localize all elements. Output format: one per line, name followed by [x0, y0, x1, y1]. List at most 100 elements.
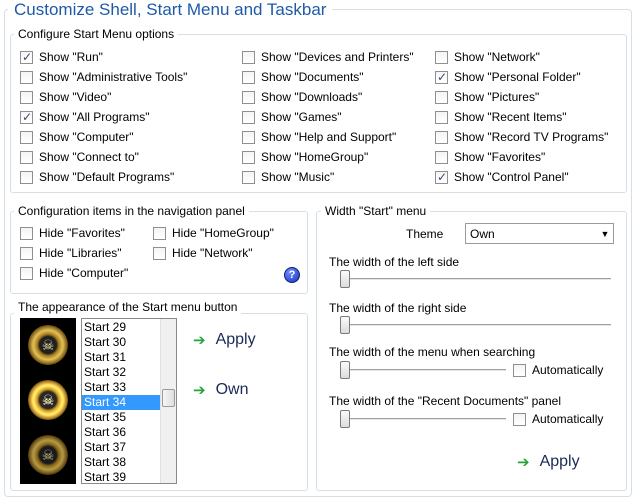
list-item[interactable]: Start 36	[82, 425, 160, 440]
list-item[interactable]: Start 35	[82, 410, 160, 425]
checkbox-label: Show "HomeGroup"	[261, 150, 369, 164]
checkbox-label: Show "Devices and Printers"	[261, 50, 414, 64]
checkbox-show-connect-to[interactable]: Show "Connect to"	[20, 147, 187, 167]
search-width-slider-track[interactable]	[343, 369, 506, 372]
search-width-slider-thumb[interactable]	[340, 361, 350, 379]
checkbox-recent-automatically[interactable]: Automatically	[513, 411, 603, 427]
list-item[interactable]: Start 29	[82, 320, 160, 335]
checkbox-label: Show "Computer"	[39, 130, 134, 144]
checkbox-box[interactable]	[153, 246, 166, 260]
checkbox-box[interactable]	[435, 170, 448, 184]
scrollbar-thumb[interactable]	[162, 389, 175, 407]
checkbox-box[interactable]	[242, 50, 255, 64]
checkbox-show-favorites[interactable]: Show "Favorites"	[435, 147, 608, 167]
list-item-selected[interactable]: Start 34	[82, 395, 160, 410]
left-width-slider-thumb[interactable]	[340, 270, 350, 288]
checkbox-show-run[interactable]: Show "Run"	[20, 47, 187, 67]
checkbox-show-devices-printers[interactable]: Show "Devices and Printers"	[242, 47, 414, 67]
checkbox-show-recent-items[interactable]: Show "Recent Items"	[435, 107, 608, 127]
checkbox-show-games[interactable]: Show "Games"	[242, 107, 414, 127]
checkbox-box[interactable]	[513, 363, 526, 377]
right-width-slider-track[interactable]	[343, 324, 611, 327]
green-arrow-icon: ➔	[517, 454, 530, 471]
checkbox-label: Hide "Favorites"	[39, 226, 125, 240]
checkbox-hide-favorites[interactable]: Hide "Favorites"	[20, 223, 125, 243]
checkbox-label: Show "Record TV Programs"	[454, 130, 609, 144]
checkbox-label: Show "Help and Support"	[261, 130, 397, 144]
checkbox-box[interactable]	[242, 90, 255, 104]
checkbox-show-all-programs[interactable]: Show "All Programs"	[20, 107, 187, 127]
checkbox-box[interactable]	[20, 170, 33, 184]
own-start-button[interactable]: ➔ Own	[193, 381, 248, 399]
checkbox-show-default-programs[interactable]: Show "Default Programs"	[20, 167, 187, 187]
start-button-listbox[interactable]: Start 29 Start 30 Start 31 Start 32 Star…	[81, 318, 177, 484]
listbox-items: Start 29 Start 30 Start 31 Start 32 Star…	[82, 320, 160, 483]
list-item[interactable]: Start 32	[82, 365, 160, 380]
checkbox-label: Show "Pictures"	[454, 90, 540, 104]
checkbox-box[interactable]	[435, 50, 448, 64]
checkbox-show-pictures[interactable]: Show "Pictures"	[435, 87, 608, 107]
checkbox-box[interactable]	[242, 170, 255, 184]
checkbox-box[interactable]	[20, 226, 33, 240]
checkbox-box[interactable]	[20, 90, 33, 104]
checkbox-show-computer[interactable]: Show "Computer"	[20, 127, 187, 147]
checkbox-label: Show "Connect to"	[39, 150, 139, 164]
checkbox-box[interactable]	[20, 50, 33, 64]
theme-select[interactable]: Own ▼	[465, 223, 614, 244]
start-orb-hover-icon: ☠	[28, 380, 68, 420]
checkbox-box[interactable]	[20, 70, 33, 84]
apply-start-button[interactable]: ➔ Apply	[193, 331, 256, 349]
checkbox-show-help-support[interactable]: Show "Help and Support"	[242, 127, 414, 147]
checkbox-hide-network[interactable]: Hide "Network"	[153, 243, 253, 263]
start-button-legend: The appearance of the Start menu button	[14, 300, 242, 314]
checkbox-show-admin-tools[interactable]: Show "Administrative Tools"	[20, 67, 187, 87]
checkbox-box[interactable]	[242, 70, 255, 84]
checkbox-hide-libraries[interactable]: Hide "Libraries"	[20, 243, 122, 263]
checkbox-box[interactable]	[435, 130, 448, 144]
checkbox-box[interactable]	[20, 130, 33, 144]
checkbox-box[interactable]	[435, 70, 448, 84]
checkbox-show-music[interactable]: Show "Music"	[242, 167, 414, 187]
checkbox-box[interactable]	[20, 110, 33, 124]
checkbox-hide-computer[interactable]: Hide "Computer"	[20, 263, 128, 283]
checkbox-show-network[interactable]: Show "Network"	[435, 47, 608, 67]
checkbox-box[interactable]	[242, 150, 255, 164]
checkbox-box[interactable]	[20, 246, 33, 260]
list-item[interactable]: Start 33	[82, 380, 160, 395]
checkbox-label: Automatically	[532, 412, 604, 426]
recent-width-slider-thumb[interactable]	[340, 410, 350, 428]
checkbox-box[interactable]	[242, 110, 255, 124]
listbox-scrollbar[interactable]	[160, 319, 176, 483]
checkbox-box[interactable]	[153, 226, 166, 240]
right-width-slider-thumb[interactable]	[340, 316, 350, 334]
list-item[interactable]: Start 38	[82, 455, 160, 470]
checkbox-box[interactable]	[513, 412, 526, 426]
apply-width-button[interactable]: ➔ Apply	[517, 453, 580, 471]
checkbox-box[interactable]	[435, 110, 448, 124]
green-arrow-icon: ➔	[193, 332, 206, 349]
checkbox-show-control-panel[interactable]: Show "Control Panel"	[435, 167, 608, 187]
help-icon[interactable]: ?	[284, 267, 300, 283]
checkbox-show-record-tv[interactable]: Show "Record TV Programs"	[435, 127, 608, 147]
checkbox-box[interactable]	[242, 130, 255, 144]
checkbox-box[interactable]	[435, 150, 448, 164]
checkbox-show-video[interactable]: Show "Video"	[20, 87, 187, 107]
checkbox-box[interactable]	[20, 266, 33, 280]
checkbox-box[interactable]	[435, 90, 448, 104]
recent-width-slider-track[interactable]	[343, 418, 506, 421]
checkbox-label: Show "Music"	[261, 170, 335, 184]
checkbox-show-personal-folder[interactable]: Show "Personal Folder"	[435, 67, 608, 87]
list-item[interactable]: Start 30	[82, 335, 160, 350]
checkbox-show-documents[interactable]: Show "Documents"	[242, 67, 414, 87]
checkbox-show-downloads[interactable]: Show "Downloads"	[242, 87, 414, 107]
checkbox-show-homegroup[interactable]: Show "HomeGroup"	[242, 147, 414, 167]
checkbox-hide-homegroup[interactable]: Hide "HomeGroup"	[153, 223, 274, 243]
options-column-1: Show "Run" Show "Administrative Tools" S…	[20, 47, 187, 187]
list-item[interactable]: Start 31	[82, 350, 160, 365]
list-item[interactable]: Start 39	[82, 470, 160, 483]
checkbox-box[interactable]	[20, 150, 33, 164]
checkbox-search-automatically[interactable]: Automatically	[513, 362, 603, 378]
left-width-slider-track[interactable]	[343, 278, 611, 281]
list-item[interactable]: Start 37	[82, 440, 160, 455]
checkbox-label: Show "Video"	[39, 90, 112, 104]
